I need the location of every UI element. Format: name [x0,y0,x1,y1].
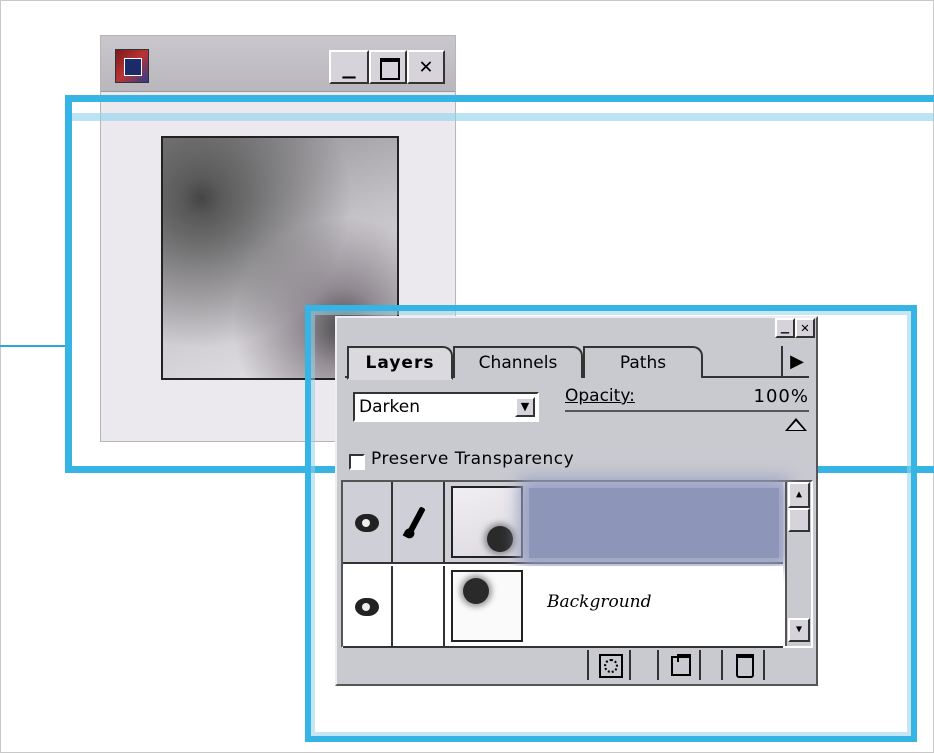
thumbnail-dot [463,578,489,604]
palette-minimize-button[interactable]: _ [775,318,795,338]
callout-highlight [72,113,934,121]
layers-palette: _ ✕ Layers Channels Paths ▶ Darken ▼ Opa… [335,316,818,686]
tab-paths[interactable]: Paths [583,346,703,378]
palette-titlebar[interactable]: _ ✕ [337,318,816,340]
scroll-thumb[interactable] [788,508,810,532]
scroll-down-icon[interactable]: ▼ [788,618,810,642]
photoshop-app-icon[interactable] [115,49,149,83]
layer-row[interactable] [343,482,783,564]
new-layer-button[interactable] [657,650,701,680]
palette-bottom-bar [341,650,813,680]
layer-list: Background ▲ ▼ [341,480,813,648]
layer-list-scrollbar[interactable]: ▲ ▼ [785,482,811,646]
layer-mask-button[interactable] [587,650,631,680]
paintbrush-icon [406,506,426,536]
eye-icon [355,598,379,616]
edit-state-cell[interactable] [395,566,445,648]
opacity-slider-handle[interactable] [785,418,807,431]
layer-thumbnail [451,486,523,558]
palette-tab-bar: Layers Channels Paths ▶ [345,346,811,380]
visibility-toggle[interactable] [343,566,393,648]
callout-connector-line [0,345,70,347]
new-layer-icon [671,654,691,676]
opacity-value[interactable]: 100% [729,386,809,407]
tab-channels[interactable]: Channels [453,346,583,378]
layer-name [547,508,667,532]
palette-menu-arrow-icon[interactable]: ▶ [781,346,811,378]
layer-thumbnail [451,570,523,642]
palette-close-button[interactable]: ✕ [795,318,815,338]
minimize-button[interactable]: _ [329,50,369,84]
blend-mode-value: Darken [359,397,420,417]
close-button[interactable]: ✕ [407,50,445,84]
visibility-toggle[interactable] [343,482,393,564]
eye-icon [355,514,379,532]
tab-layers[interactable]: Layers [347,346,453,380]
preserve-transparency-checkbox[interactable] [349,454,365,470]
maximize-button[interactable] [369,50,407,84]
document-titlebar[interactable]: _ ✕ [101,36,455,92]
preserve-transparency-label: Preserve Transparency [371,449,575,469]
edit-state-cell[interactable] [395,482,445,564]
scroll-up-icon[interactable]: ▲ [788,482,810,508]
trash-icon [736,654,754,678]
opacity-label: Opacity: [565,386,635,406]
blend-mode-select[interactable]: Darken ▼ [353,392,539,422]
document-title [159,50,319,78]
layer-name: Background [547,592,652,612]
layer-row[interactable]: Background [343,566,783,648]
delete-layer-button[interactable] [721,650,765,680]
dropdown-arrow-icon[interactable]: ▼ [515,397,535,417]
opacity-slider-track[interactable] [565,410,809,412]
thumbnail-dot [487,526,513,552]
layer-mask-icon [599,654,623,678]
